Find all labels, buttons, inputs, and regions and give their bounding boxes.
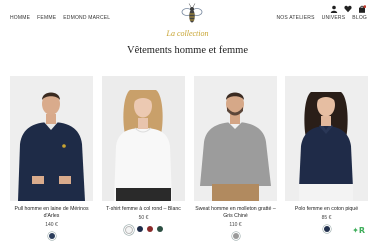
color-swatch[interactable] — [156, 225, 163, 232]
product-price: 110 € — [229, 221, 242, 228]
product-image[interactable] — [102, 76, 185, 201]
nav-link-univers[interactable]: UNIVERS — [322, 15, 346, 21]
product-image[interactable] — [10, 76, 93, 201]
product-price: 85 € — [321, 214, 332, 221]
bag-icon[interactable] — [358, 5, 366, 13]
product-card: Polo femme en coton piqué 85 € — [285, 76, 368, 232]
color-swatch[interactable] — [124, 225, 133, 234]
product-image[interactable] — [194, 76, 277, 201]
main-nav-right: NOS ATELIERS UNIVERS BLOG — [277, 15, 368, 21]
color-swatches — [194, 232, 277, 239]
nav-link-nos-ateliers[interactable]: NOS ATELIERS — [277, 15, 315, 21]
product-name[interactable]: Pull homme en laine de Mérinos d'Arles — [10, 206, 93, 220]
nav-link-homme[interactable]: HOMME — [10, 15, 30, 21]
product-name[interactable]: Sweat homme en molleton gratté – Gris Ch… — [194, 206, 277, 220]
color-swatches — [10, 232, 93, 239]
main-nav-left: HOMME FEMME EDMOND MARCEL — [10, 15, 110, 21]
color-swatch[interactable] — [232, 232, 239, 239]
color-swatches — [102, 225, 185, 234]
product-name[interactable]: Polo femme en coton piqué — [285, 206, 368, 213]
color-swatch[interactable] — [146, 225, 153, 232]
color-swatch[interactable] — [136, 225, 143, 232]
heart-icon[interactable] — [344, 5, 352, 13]
product-card: Pull homme en laine de Mérinos d'Arles 1… — [10, 76, 93, 239]
page-title: Vêtements homme et femme — [126, 45, 248, 56]
product-card: Sweat homme en molleton gratté – Gris Ch… — [194, 76, 277, 239]
header-icons — [330, 5, 366, 13]
product-price: 50 € — [138, 214, 149, 221]
bee-logo-icon[interactable] — [181, 2, 203, 28]
user-icon[interactable] — [330, 5, 338, 13]
collection-subtitle: La collection — [166, 29, 209, 38]
nav-link-blog[interactable]: BLOG — [352, 15, 367, 21]
product-name[interactable]: T-shirt femme à col rond – Blanc — [102, 206, 185, 213]
product-price: 140 € — [45, 221, 58, 228]
product-image[interactable] — [285, 76, 368, 201]
nav-link-edmond-marcel[interactable]: EDMOND MARCEL — [63, 15, 110, 21]
product-card: T-shirt femme à col rond – Blanc 50 € — [102, 76, 185, 234]
color-swatch[interactable] — [323, 225, 330, 232]
chat-widget-icon[interactable]: ✦R — [352, 226, 365, 235]
nav-link-femme[interactable]: FEMME — [37, 15, 56, 21]
color-swatch[interactable] — [48, 232, 55, 239]
